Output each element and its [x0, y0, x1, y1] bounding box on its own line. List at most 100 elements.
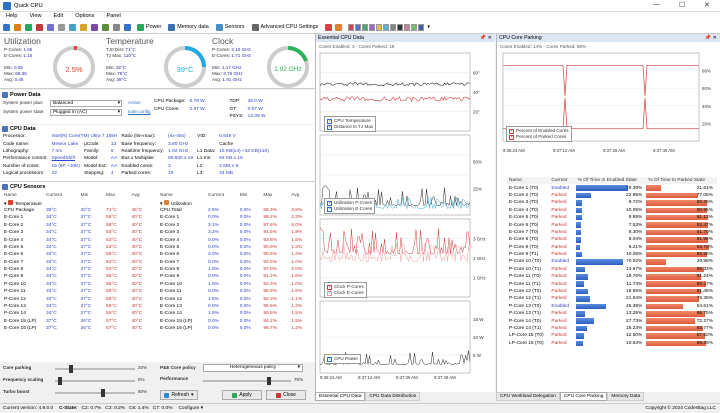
- core-row[interactable]: P-Core 12 (T1) Parked 21.64% 78.36%: [507, 295, 717, 302]
- core-row[interactable]: E-Core 3 (T0) Parked 9.72% 90.28%: [507, 199, 717, 206]
- frequency-scaling-slider[interactable]: [55, 377, 135, 385]
- sensor-row[interactable]: E-Core 6 34°C 27°C 56°C 40°C: [2, 251, 155, 258]
- sensor-row[interactable]: E-Core 4 34°C 27°C 53°C 40°C: [2, 236, 155, 243]
- toolbar-icon-4[interactable]: [36, 23, 43, 31]
- core-row[interactable]: E-Core 5 (T0) Parked 8.88% 91.12%: [507, 214, 717, 221]
- sensor-row[interactable]: E-Core 7 34°C 27°C 53°C 40°C: [2, 259, 155, 266]
- tab-memory-data[interactable]: Memory Data: [607, 392, 645, 401]
- color-swatch-9[interactable]: [404, 23, 411, 31]
- core-row[interactable]: P-Core 9 (T0) Parked 6.21% 93.79%: [507, 244, 717, 251]
- minimize-button[interactable]: —: [653, 1, 660, 8]
- color-swatch-2[interactable]: [355, 23, 362, 31]
- toolbar-icon-6[interactable]: [58, 23, 65, 31]
- color-swatch-11[interactable]: [418, 23, 425, 31]
- sensor-row[interactable]: E-Core 4 0.0% 0.0% 93.8% 1.5%: [158, 236, 313, 243]
- sensor-row[interactable]: E-Core 15 (LP) 0.0% 0.0% 84.2% 1.5%: [158, 318, 313, 325]
- sensor-row[interactable]: E-Core 11 0.0% 0.0% 96.9% 1.6%: [158, 288, 313, 295]
- color-swatch-8[interactable]: [397, 23, 404, 31]
- core-row[interactable]: E-Core 2 (T0) Parked 22.95% 77.05%: [507, 192, 717, 199]
- parking-pin-icon[interactable]: 📌 ✕: [705, 34, 717, 42]
- core-row[interactable]: P-Core 13 (T0) Enabled 45.39% 54.61%: [507, 303, 717, 310]
- sensor-row[interactable]: E-Core 7 0.0% 0.0% 94.5% 1.0%: [158, 259, 313, 266]
- sensor-row[interactable]: P-Core 10 34°C 27°C 56°C 40°C: [2, 281, 155, 288]
- sensor-row[interactable]: E-Core 8 34°C 27°C 53°C 40°C: [2, 266, 155, 273]
- menu-panel[interactable]: Panel: [106, 12, 120, 21]
- toolbar-icon-5[interactable]: [47, 23, 54, 31]
- panel-pin-icon[interactable]: 📌 ✕: [480, 34, 492, 42]
- toolbar-icon-12[interactable]: [124, 23, 131, 31]
- toolbar-icon-11[interactable]: [113, 23, 120, 31]
- color-swatch-6[interactable]: [383, 23, 390, 31]
- sensor-row[interactable]: E-Core 16 (LP) 0.0% 0.0% 96.7% 1.2%: [158, 325, 313, 332]
- performance-slider[interactable]: [203, 377, 291, 385]
- core-row[interactable]: LP-Core 16 (T0) Parked 10.64% 89.36%: [507, 340, 717, 347]
- sensor-row[interactable]: E-Core 15 (LP) 37°C 26°C 57°C 40°C: [2, 318, 155, 325]
- apply-button[interactable]: Apply: [222, 390, 262, 400]
- tab-cpu-workload-delegation[interactable]: CPU Workload Delegation: [496, 392, 560, 401]
- core-row[interactable]: P-Core 11 (T1) Parked 11.73% 88.27%: [507, 280, 717, 287]
- toolbar-icon-3[interactable]: [25, 23, 32, 31]
- advanced-settings-button[interactable]: Advanced CPU Settings: [251, 23, 318, 31]
- color-swatch-1[interactable]: [348, 23, 355, 31]
- core-row[interactable]: E-Core 7 (T0) Parked 8.30% 91.70%: [507, 229, 717, 236]
- color-swatch-10[interactable]: [411, 23, 418, 31]
- toolbar-icon-10[interactable]: [102, 23, 109, 31]
- sensors-button[interactable]: Sensors: [215, 23, 245, 31]
- sensor-row[interactable]: E-Core 5 34°C 27°C 53°C 40°C: [2, 244, 155, 251]
- sensor-row[interactable]: P-Core 9 34°C 27°C 55°C 40°C: [2, 273, 155, 280]
- turbo-boost-slider[interactable]: [55, 389, 135, 397]
- toolbar-icon-9[interactable]: [91, 23, 98, 31]
- power-state-select[interactable]: Plugged In (AC) ▾: [50, 109, 122, 116]
- power-button[interactable]: Power: [137, 23, 161, 31]
- toolbar-icon-2[interactable]: [14, 23, 21, 31]
- sensor-row[interactable]: CPU Package 39°C 32°C 71°C 46°C: [2, 207, 155, 214]
- maximize-button[interactable]: ☐: [679, 1, 685, 9]
- core-parking-slider[interactable]: [55, 365, 135, 373]
- core-row[interactable]: P-Core 12 (T0) Parked 18.55% 81.45%: [507, 288, 717, 295]
- color-swatch-7[interactable]: [390, 23, 397, 31]
- core-row[interactable]: E-Core 1 (T0) Enabled 78.39% 21.61%: [507, 184, 717, 191]
- memory-data-button[interactable]: Memory data: [168, 23, 209, 31]
- core-row[interactable]: P-Core 13 (T1) Parked 13.25% 86.75%: [507, 310, 717, 317]
- sensor-row[interactable]: P-Core 12 34°C 27°C 55°C 40°C: [2, 295, 155, 302]
- toolbar-icon-1[interactable]: [3, 23, 10, 31]
- core-row[interactable]: P-Core 14 (T0) Parked 27.73% 72.27%: [507, 317, 717, 324]
- sensor-row[interactable]: P-Core 13 34°C 27°C 56°C 40°C: [2, 303, 155, 310]
- configure-button[interactable]: Configure ▾: [178, 406, 203, 411]
- sensor-row[interactable]: E-Core 6 3.0% 0.0% 90.6% 1.4%: [158, 251, 313, 258]
- sensor-row[interactable]: E-Core 13 0.0% 0.0% 95.6% 1.3%: [158, 303, 313, 310]
- core-row[interactable]: E-Core 6 (T0) Parked 7.53% 92.47%: [507, 221, 717, 228]
- sensor-row[interactable]: E-Core 8 1.6% 0.0% 97.0% 2.0%: [158, 266, 313, 273]
- sensor-row[interactable]: E-Core 2 34°C 27°C 56°C 40°C: [2, 222, 155, 229]
- warning-icon[interactable]: [335, 23, 343, 31]
- toolbar-more-icon[interactable]: ▾: [427, 24, 430, 30]
- sensor-row[interactable]: E-Core 5 0.0% 0.0% 90.9% 1.3%: [158, 244, 313, 251]
- tab-cpu-data-distribution[interactable]: CPU Data Distribution: [365, 392, 421, 401]
- core-row[interactable]: E-Core 8 (T0) Parked 8.04% 91.96%: [507, 236, 717, 243]
- sensor-row[interactable]: P-Core 9 0.0% 0.0% 91.2% 1.6%: [158, 273, 313, 280]
- core-row[interactable]: P-Core 14 (T1) Parked 16.23% 83.77%: [507, 325, 717, 332]
- core-row[interactable]: P-Core 10 (T0) Enabled 70.02% 29.98%: [507, 258, 717, 265]
- color-swatch-5[interactable]: [376, 23, 383, 31]
- mode-config-link[interactable]: Iode config: [128, 109, 150, 115]
- toolbar-icon-7[interactable]: [69, 23, 76, 31]
- color-swatch-4[interactable]: [369, 23, 376, 31]
- sensor-row[interactable]: E-Core 3 3.2% 0.0% 94.5% 1.9%: [158, 229, 313, 236]
- sensor-row[interactable]: E-Core 1 0.0% 0.0% 98.2% 2.3%: [158, 214, 313, 221]
- sensor-row[interactable]: E-Core 16 (LP) 37°C 26°C 57°C 40°C: [2, 325, 155, 332]
- sensor-row[interactable]: E-Core 1 34°C 27°C 56°C 40°C: [2, 214, 155, 221]
- tab-cpu-core-parking[interactable]: CPU Core Parking: [559, 392, 608, 401]
- core-row[interactable]: P-Core 10 (T1) Parked 13.67% 86.33%: [507, 266, 717, 273]
- refresh-button[interactable]: Refresh ▾: [160, 390, 198, 400]
- core-row[interactable]: P-Core 9 (T1) Parked 10.05% 89.95%: [507, 251, 717, 258]
- menu-edit[interactable]: Edit: [54, 12, 64, 21]
- close-button[interactable]: Close: [266, 390, 306, 400]
- menu-view[interactable]: View: [30, 12, 42, 21]
- sensor-row[interactable]: P-Core 10 1.5% 0.0% 92.3% 1.0%: [158, 281, 313, 288]
- sensor-row[interactable]: P-Core 11 34°C 27°C 55°C 40°C: [2, 288, 155, 295]
- sensor-row[interactable]: P-Core 14 34°C 27°C 55°C 40°C: [2, 310, 155, 317]
- sensor-row[interactable]: E-Core 12 1.5% 0.0% 92.3% 1.1%: [158, 295, 313, 302]
- pe-policy-select[interactable]: Heterogeneous policy ▾: [203, 364, 303, 372]
- menu-help[interactable]: Help: [6, 12, 18, 21]
- menu-options[interactable]: Options: [75, 12, 94, 21]
